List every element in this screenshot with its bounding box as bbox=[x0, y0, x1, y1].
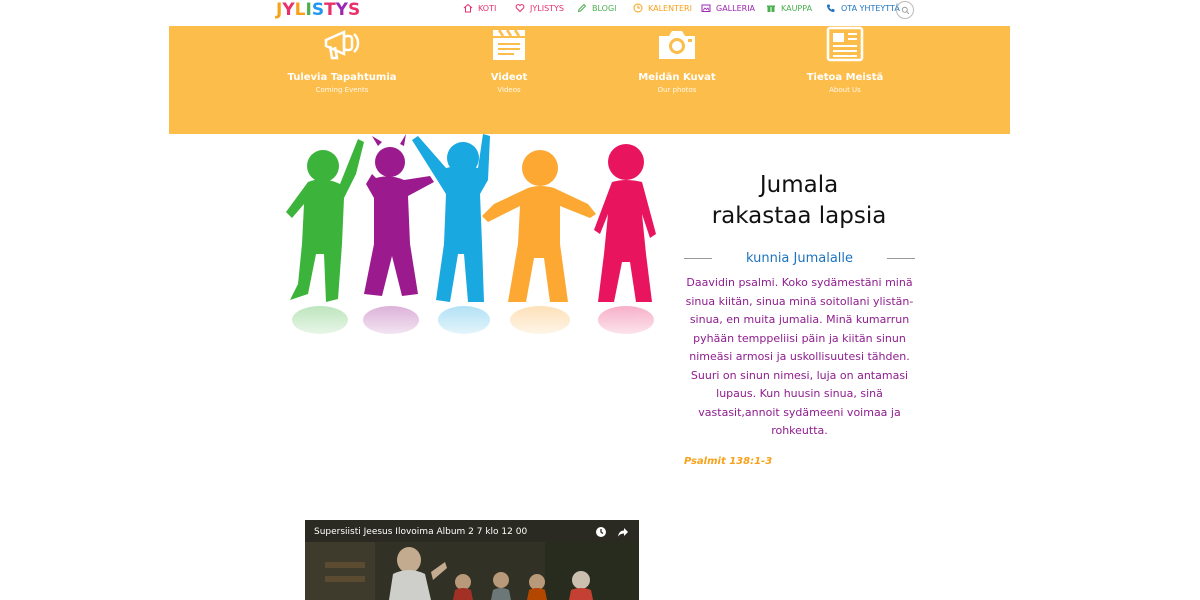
video-title[interactable]: Supersiisti Jeesus Ilovoima Album 2 7 kl… bbox=[314, 527, 527, 537]
picture-icon bbox=[701, 4, 711, 12]
psalm-line: Daavidin psalmi. Koko sydämestäni minä bbox=[686, 276, 913, 289]
psalm-line: vastasit,annoit sydämeeni voimaa ja bbox=[698, 405, 901, 419]
feature-subtitle: Videos bbox=[497, 86, 521, 94]
feature-our-photos[interactable]: Meidän Kuvat Our photos bbox=[597, 26, 757, 94]
feature-title: Tietoa Meistä bbox=[806, 72, 884, 83]
logo-letter: L bbox=[294, 0, 306, 20]
embedded-video-player[interactable]: Supersiisti Jeesus Ilovoima Album 2 7 kl… bbox=[305, 520, 639, 600]
clapperboard-icon bbox=[429, 26, 589, 62]
nav-label: KALENTERI bbox=[648, 3, 692, 13]
nav-label: KAUPPA bbox=[781, 3, 813, 13]
feature-title: Tulevia Tapahtumia bbox=[287, 72, 397, 83]
video-controls bbox=[595, 526, 629, 538]
psalm-line: sinua, en muita jumalia. Minä kumarrun bbox=[689, 313, 910, 326]
camera-icon bbox=[597, 26, 757, 62]
nav-item-ota-yhteytta[interactable]: OTA YHTEYTTÄ bbox=[826, 3, 900, 13]
nav-item-koti[interactable]: KOTI bbox=[463, 3, 496, 13]
nav-label: OTA YHTEYTTÄ bbox=[841, 3, 900, 13]
search-button[interactable] bbox=[896, 1, 914, 19]
psalm-line: pyhään temppeliisi päin ja kiitän sinun bbox=[693, 331, 906, 345]
psalm-text: Daavidin psalmi. Koko sydämestäni minä s… bbox=[684, 274, 915, 441]
feature-subtitle: Coming Events bbox=[315, 86, 369, 94]
heart-icon bbox=[515, 4, 525, 13]
features-band: Tulevia Tapahtumia Coming Events Videot … bbox=[169, 26, 1010, 134]
psalm-line: Suuri on sinun nimesi, luja on antamasi bbox=[690, 368, 909, 382]
megaphone-icon bbox=[262, 26, 422, 62]
feature-about-us[interactable]: Tietoa Meistä About Us bbox=[765, 26, 925, 94]
subheading: kunnia Jumalalle bbox=[745, 250, 854, 266]
dancing-children-illustration bbox=[278, 134, 663, 349]
page-headline: Jumala rakastaa lapsia bbox=[690, 170, 908, 232]
headline-line: Jumala bbox=[759, 172, 839, 198]
feature-title: Meidän Kuvat bbox=[638, 72, 716, 83]
nav-label: GALLERIA bbox=[716, 3, 756, 13]
divider-line bbox=[887, 257, 915, 259]
pencil-icon bbox=[577, 3, 587, 13]
scripture-reference: Psalmit 138:1-3 bbox=[684, 456, 773, 467]
feature-videos[interactable]: Videot Videos bbox=[429, 26, 589, 94]
site-logo[interactable]: JYLISTYS bbox=[276, 0, 360, 20]
nav-item-blogi[interactable]: BLOGI bbox=[577, 3, 617, 13]
share-icon[interactable] bbox=[617, 526, 629, 538]
feature-subtitle: About Us bbox=[829, 86, 861, 94]
headline-line: rakastaa lapsia bbox=[711, 203, 887, 229]
psalm-line: nimeäsi armosi ja uskollisuutesi tähden. bbox=[689, 350, 910, 363]
logo-letter: Y bbox=[335, 0, 348, 20]
psalm-line: lupaus. Kun huusin sinua, sinä bbox=[716, 387, 883, 400]
nav-label: BLOGI bbox=[592, 3, 617, 13]
logo-letter: Y bbox=[282, 0, 295, 20]
nav-label: JYLISTYS bbox=[530, 3, 564, 13]
feature-subtitle: Our photos bbox=[657, 86, 697, 94]
logo-letter: S bbox=[347, 0, 361, 20]
nav-item-kalenteri[interactable]: KALENTERI bbox=[633, 3, 692, 13]
search-icon bbox=[901, 6, 909, 14]
feature-coming-events[interactable]: Tulevia Tapahtumia Coming Events bbox=[262, 26, 422, 94]
psalm-line: sinua kiitän, sinua minä soitollani ylis… bbox=[685, 294, 914, 308]
gift-icon bbox=[767, 5, 775, 12]
watch-later-icon[interactable] bbox=[595, 526, 607, 538]
home-icon bbox=[463, 3, 473, 13]
feature-title: Videot bbox=[490, 72, 528, 83]
psalm-line: rohkeutta. bbox=[771, 424, 828, 437]
nav-label: KOTI bbox=[478, 3, 497, 13]
nav-item-jylistys[interactable]: JYLISTYS bbox=[515, 3, 564, 13]
nav-item-galleria[interactable]: GALLERIA bbox=[701, 3, 755, 13]
video-thumbnail bbox=[305, 542, 639, 600]
logo-letter: S bbox=[311, 0, 325, 20]
phone-icon bbox=[827, 4, 835, 12]
logo-letter: T bbox=[324, 0, 336, 20]
calendar-icon bbox=[633, 3, 643, 13]
divider-line bbox=[684, 257, 712, 259]
newspaper-icon bbox=[765, 26, 925, 62]
nav-item-kauppa[interactable]: KAUPPA bbox=[766, 3, 812, 13]
subheading-row: kunnia Jumalalle bbox=[684, 248, 915, 268]
